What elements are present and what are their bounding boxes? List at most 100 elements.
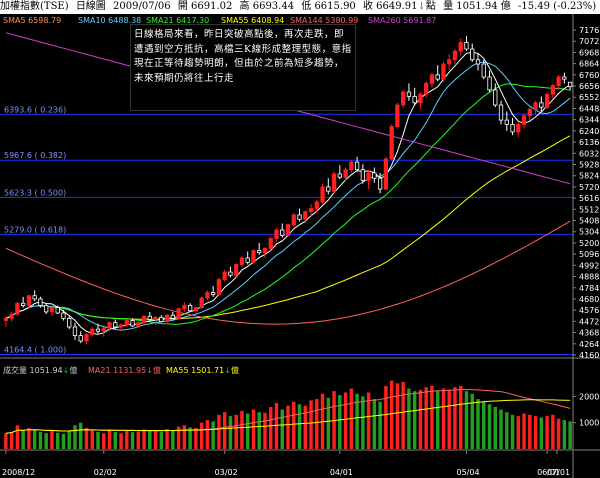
volume-bar (55, 432, 60, 449)
candle-body (498, 104, 504, 121)
candle-body (245, 257, 250, 263)
candle-body (44, 305, 49, 313)
volume-bar (505, 412, 509, 449)
volume-bar (142, 429, 146, 449)
candle-body (539, 102, 544, 108)
price-tick-label: 5096 (579, 250, 599, 259)
close-price: 收 6649.91 (362, 1, 418, 12)
candle-body (216, 279, 222, 296)
price-tick-label: 4888 (579, 273, 599, 282)
fibonacci-label: 4164.4 ( 1.000) (4, 346, 66, 355)
candle-body (90, 328, 95, 335)
volume-bar (551, 414, 555, 449)
volume-bar (21, 430, 25, 449)
vol-ma55-legend: MA55 1501.71↓億 (166, 366, 239, 376)
volume-bar (516, 416, 521, 449)
candle-body (32, 295, 37, 300)
volume-bar (384, 385, 388, 449)
volume-bar (130, 432, 135, 449)
volume-bar (102, 433, 106, 449)
price-tick-label: 4472 (579, 317, 599, 326)
candle-body (389, 126, 394, 160)
volume-bar (297, 404, 302, 449)
ma260-legend: SMA260 5691.87 (368, 16, 437, 25)
price-tick-label: 5616 (579, 194, 599, 203)
analysis-commentary: 日線格局來看，昨日突破高點後，再次走跌，即遭遇到空方抵抗，高檔三K線形成整理型態… (130, 24, 356, 111)
volume-bar (487, 404, 492, 449)
candle-body (107, 322, 112, 329)
volume-bar (470, 393, 474, 449)
candle-body (136, 322, 141, 327)
candle-body (331, 173, 337, 192)
candle-body (78, 335, 83, 342)
points-label: 點 (425, 1, 436, 12)
price-tick-label: 7072 (579, 37, 599, 46)
candle-body (95, 328, 101, 332)
candle-body (527, 108, 532, 117)
candle-body (493, 89, 498, 106)
candle-body (556, 76, 561, 87)
volume-bar (430, 385, 434, 449)
volume-bar (464, 391, 469, 449)
price-tick-label: 4368 (579, 329, 599, 338)
volume-bar (476, 399, 480, 449)
candle-body (395, 104, 400, 127)
vol-ma21-unit: 億 (152, 366, 161, 375)
candle-body (504, 119, 509, 125)
candle-body (101, 327, 106, 332)
volume-bar (199, 422, 204, 449)
volume-bar (165, 429, 169, 449)
volume-bar (441, 388, 446, 449)
candle-body (297, 214, 302, 220)
candle-body (510, 123, 515, 133)
price-tick-label: 5512 (579, 205, 599, 214)
candle-body (153, 316, 158, 320)
volume-bar (562, 420, 567, 449)
candle-body (170, 314, 175, 319)
candle-body (406, 91, 412, 97)
price-tick-label: 5824 (579, 172, 599, 181)
volume-bar (194, 427, 198, 449)
volume-bar (418, 389, 423, 449)
candle-body (372, 172, 377, 179)
volume-bar (568, 421, 572, 449)
volume-bar (113, 431, 117, 449)
volume-tick-label: 2000 (579, 392, 599, 401)
price-tick-label: 4680 (579, 295, 599, 304)
volume-bar (378, 401, 382, 449)
quote-date: 2009/07/06 (113, 1, 171, 12)
candle-body (257, 250, 262, 254)
price-tick-label: 6760 (579, 71, 599, 80)
volume-bar (148, 430, 152, 449)
change-value: -15.49 (-0.23%) (518, 1, 597, 12)
high-price: 高 6693.44 (239, 1, 295, 12)
volume-bar (361, 396, 365, 449)
volume-legend-unit: 億 (69, 366, 78, 375)
volume-bar (424, 387, 428, 449)
candle-body (55, 307, 60, 314)
volume-bar (407, 388, 411, 449)
price-tick-label: 6448 (579, 104, 599, 113)
volume-legend: 成交量 1051.94↓億 (3, 366, 77, 376)
volume-legend-value: 成交量 1051.94 (3, 366, 63, 375)
candle-body (475, 59, 481, 65)
candle-body (458, 42, 463, 52)
vol-ma55-unit: 億 (230, 366, 239, 375)
volume-bar (61, 433, 66, 449)
candle-body (303, 211, 308, 220)
candle-body (533, 102, 538, 110)
volume-bar (257, 412, 261, 449)
candle-body (205, 292, 210, 299)
volume-bar (528, 414, 532, 449)
candle-body (251, 250, 256, 263)
candle-body (320, 186, 325, 203)
candle-body (262, 247, 268, 254)
volume-bar (67, 430, 71, 449)
candle-body (441, 63, 446, 80)
volume-bar (263, 412, 267, 449)
vol-ma21-value: MA21 1131.95 (88, 366, 147, 375)
volume-tick-label: 1000 (579, 419, 599, 428)
volume-bar (84, 427, 89, 449)
price-tick-label: 6968 (579, 48, 599, 57)
date-tick-label: 02/02 (94, 468, 117, 477)
